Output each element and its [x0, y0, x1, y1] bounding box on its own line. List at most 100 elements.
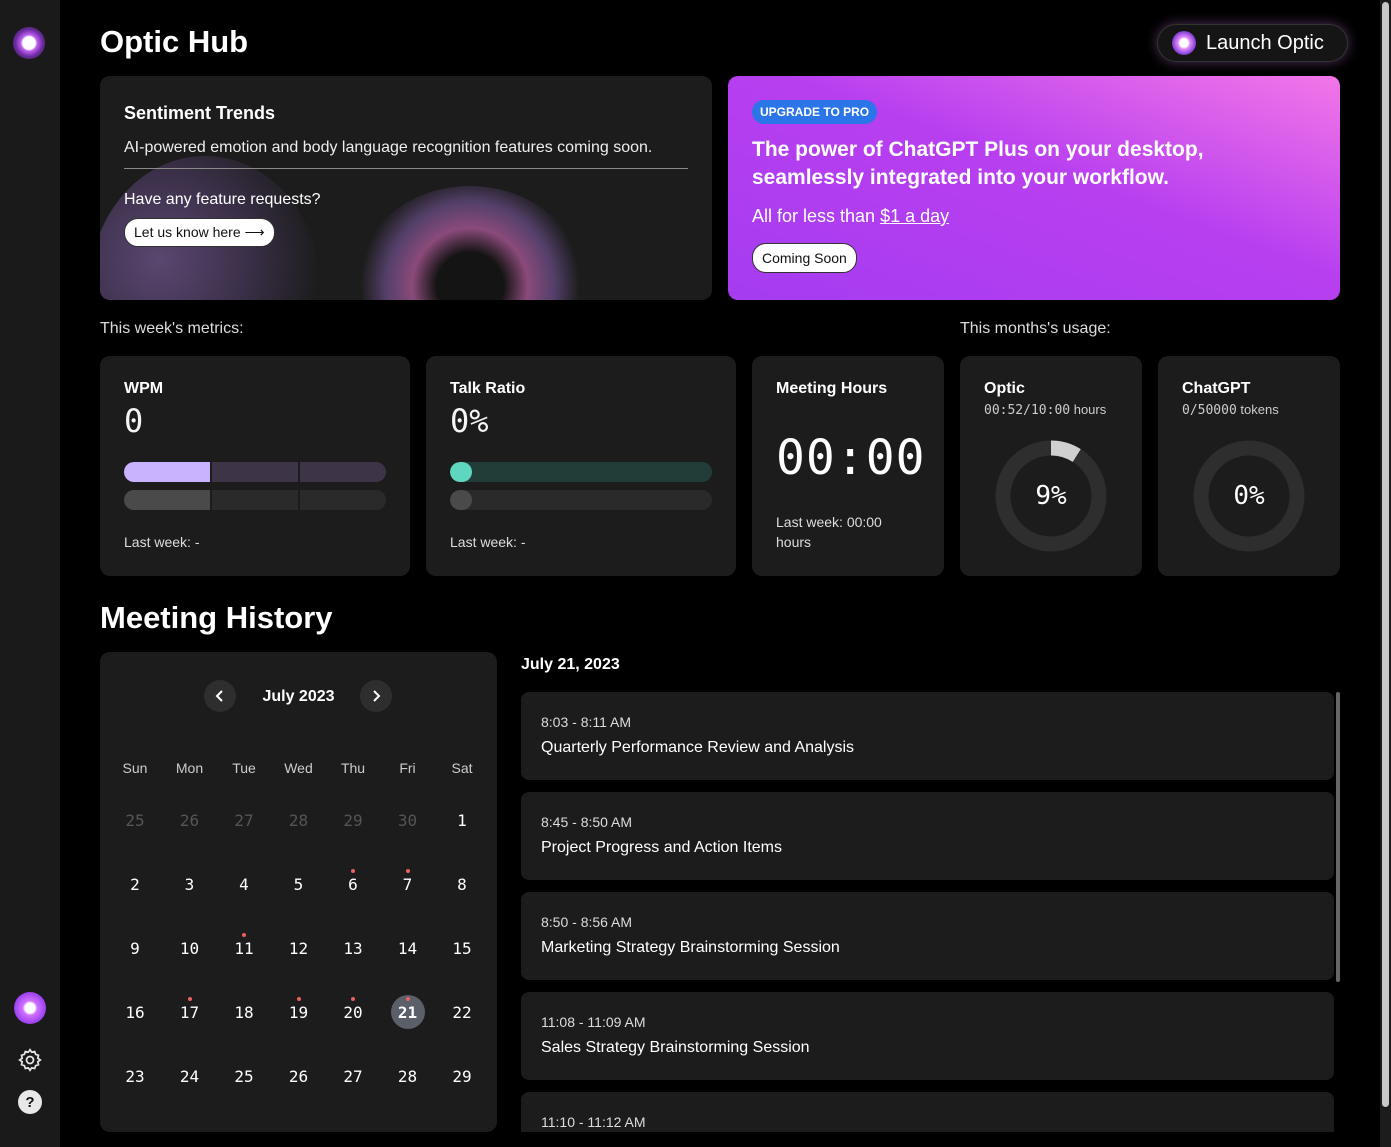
optic-logo-icon[interactable]: [13, 27, 45, 59]
calendar-day[interactable]: 27: [336, 1059, 370, 1093]
meeting-indicator-dot: [187, 997, 192, 1001]
weekly-metrics-label: This week's metrics:: [100, 320, 244, 337]
calendar-day-number: 27: [343, 1066, 363, 1086]
calendar-next-button[interactable]: [360, 680, 392, 712]
meeting-item[interactable]: 8:50 - 8:56 AM Marketing Strategy Brainst…: [521, 892, 1334, 980]
optic-usage-used: 00:52/10:00: [984, 403, 1071, 418]
calendar-day[interactable]: 16: [118, 995, 152, 1029]
calendar: July 2023 Sun Mon Tue Wed Thu Fri Sat 25 26 27 28 2…: [100, 652, 497, 1132]
calendar-day-number: 23: [125, 1066, 145, 1086]
chatgpt-usage-used: 0/50000: [1182, 403, 1237, 418]
calendar-day[interactable]: 25: [118, 803, 152, 837]
optic-avatar-icon[interactable]: [14, 992, 46, 1024]
weekday-label: Mon: [175, 760, 204, 776]
feature-request-question: Have any feature requests?: [124, 191, 321, 208]
calendar-day[interactable]: 27: [227, 803, 261, 837]
page-scrollbar[interactable]: [1380, 0, 1391, 1147]
calendar-day[interactable]: 25: [227, 1059, 261, 1093]
meeting-indicator-dot: [296, 997, 301, 1001]
calendar-day-number: 16: [125, 1002, 145, 1022]
meeting-hours-last-week: Last week: 00:00 hours: [776, 514, 882, 550]
optic-usage-unit: hours: [1073, 402, 1107, 417]
calendar-day[interactable]: 3: [173, 867, 207, 901]
gear-icon[interactable]: [14, 1044, 46, 1076]
talk-ratio-last-week: Last week: -: [450, 534, 526, 550]
calendar-day[interactable]: 1: [445, 803, 479, 837]
talk-ratio-bar-fill: [450, 462, 472, 482]
calendar-day[interactable]: 24: [173, 1059, 207, 1093]
calendar-day[interactable]: 8: [445, 867, 479, 901]
meeting-indicator-dot: [351, 869, 355, 873]
calendar-day[interactable]: 29: [336, 803, 370, 837]
meeting-item[interactable]: 11:08 - 11:09 AM Sales Strategy Brainstor…: [521, 992, 1334, 1080]
calendar-day[interactable]: 29: [445, 1059, 479, 1093]
sentiment-description: AI-powered emotion and body language rec…: [124, 139, 653, 156]
calendar-day-number: 14: [397, 938, 418, 958]
calendar-day[interactable]: 2: [118, 867, 152, 901]
talk-ratio-lastweek-bar: [450, 490, 712, 510]
calendar-day[interactable]: 13: [336, 931, 370, 965]
calendar-day[interactable]: 4: [227, 867, 261, 901]
monthly-usage-label: This months's usage:: [960, 320, 1111, 337]
optic-logo-icon: [1172, 31, 1196, 55]
meeting-list-scrollbar[interactable]: [1336, 692, 1340, 982]
calendar-day-number: 29: [452, 1066, 472, 1086]
talk-ratio-current-bar: [450, 462, 712, 482]
meeting-time: 8:45 - 8:50 AM: [541, 814, 633, 830]
calendar-day-number: 12: [288, 938, 309, 958]
calendar-day[interactable]: 28: [282, 803, 316, 837]
help-icon[interactable]: ?: [14, 1086, 46, 1118]
calendar-day[interactable]: 18: [227, 995, 261, 1029]
calendar-day[interactable]: 11: [227, 931, 261, 965]
calendar-day-number: 7: [402, 874, 413, 894]
calendar-day[interactable]: 30: [391, 803, 425, 837]
chatgpt-usage-percent: 0%: [1233, 481, 1265, 511]
meeting-title: Marketing Strategy Brainstorming Session: [541, 939, 840, 956]
meeting-item[interactable]: 8:45 - 8:50 AM Project Progress and Actio…: [521, 792, 1334, 880]
calendar-day[interactable]: 7: [391, 867, 425, 901]
calendar-day[interactable]: 28: [391, 1059, 425, 1093]
sidebar: ?: [0, 0, 60, 1147]
coming-soon-button[interactable]: Coming Soon: [752, 243, 857, 273]
meeting-item[interactable]: 11:10 - 11:12 AM: [521, 1092, 1334, 1132]
calendar-day-number: 13: [343, 938, 363, 958]
calendar-day-number: 24: [179, 1066, 200, 1086]
calendar-day-number: 27: [234, 810, 254, 830]
calendar-day-number: 26: [288, 1066, 309, 1086]
calendar-day[interactable]: 12: [282, 931, 316, 965]
calendar-day[interactable]: 9: [118, 931, 152, 965]
calendar-day-selected[interactable]: 21: [390, 995, 425, 1029]
feature-request-button[interactable]: Let us know here ⟶: [124, 218, 275, 247]
wpm-value: 0: [124, 402, 144, 440]
meeting-time: 11:10 - 11:12 AM: [541, 1114, 646, 1130]
price-link[interactable]: $1 a day: [880, 206, 949, 226]
meeting-title: Sales Strategy Brainstorming Session: [541, 1039, 810, 1056]
calendar-day[interactable]: 5: [282, 867, 316, 901]
calendar-day[interactable]: 15: [445, 931, 479, 965]
meeting-indicator-dot: [242, 933, 246, 937]
calendar-day[interactable]: 14: [391, 931, 425, 965]
calendar-day[interactable]: 17: [173, 995, 207, 1029]
calendar-day[interactable]: 6: [336, 867, 370, 901]
meeting-hours-card: Meeting Hours 00:00 Last week: 00:00 hou…: [752, 356, 944, 576]
meeting-title: Quarterly Performance Review and Analysi…: [541, 739, 855, 756]
calendar-day[interactable]: 26: [282, 1059, 316, 1093]
calendar-day[interactable]: 19: [282, 995, 316, 1029]
calendar-day-number: 1: [457, 810, 467, 830]
launch-optic-button[interactable]: Launch Optic: [1157, 24, 1348, 62]
weekday-label: Sat: [451, 760, 473, 776]
calendar-day-number: 22: [452, 1002, 472, 1022]
calendar-day[interactable]: 10: [173, 931, 207, 965]
wpm-card: WPM 0 Last week: -: [100, 356, 410, 576]
calendar-day[interactable]: 20: [336, 995, 370, 1029]
optic-usage-card: Optic 00:52/10:00 hours 9%: [960, 356, 1142, 576]
page-scrollbar-thumb[interactable]: [1382, 2, 1389, 1107]
meeting-list: 11:10 - 11:12 AM 11:08 - 11:09 AM Sales St…: [521, 692, 1341, 1132]
meeting-item[interactable]: 8:03 - 8:11 AM Quarterly Performance Revi…: [521, 692, 1334, 780]
calendar-day-number: 21: [397, 1002, 418, 1022]
calendar-day[interactable]: 26: [173, 803, 207, 837]
calendar-day[interactable]: 22: [445, 995, 479, 1029]
divider: [124, 168, 688, 169]
calendar-day[interactable]: 23: [118, 1059, 152, 1093]
calendar-day-number: 18: [234, 1002, 254, 1022]
